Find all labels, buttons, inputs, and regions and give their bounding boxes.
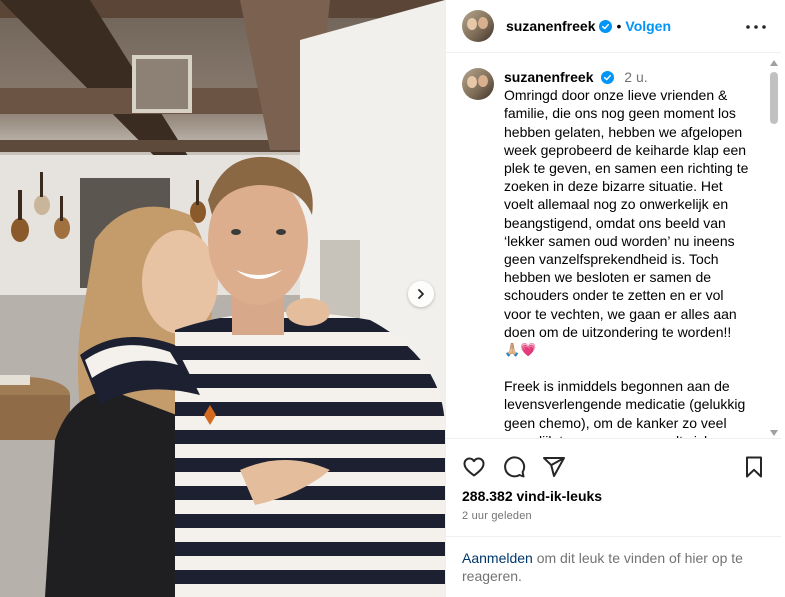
likes-count[interactable]: 288.382 vind-ik-leuks xyxy=(462,488,602,504)
login-prompt: Aanmelden om dit leuk te vinden of hier … xyxy=(446,536,782,597)
share-button[interactable] xyxy=(542,455,566,479)
scroll-up-arrow-icon[interactable] xyxy=(770,60,778,66)
chevron-right-icon xyxy=(418,289,424,299)
posted-time[interactable]: 2 uur geleden xyxy=(462,510,532,522)
post-side-panel: suzanenfreek • Volgen suzanenfreek 2 u. … xyxy=(445,0,782,597)
post-header: suzanenfreek • Volgen xyxy=(446,0,782,53)
caption-scroll-area[interactable]: suzanenfreek 2 u. Omringd door onze liev… xyxy=(446,54,782,438)
action-bar xyxy=(446,438,782,494)
follow-button[interactable]: Volgen xyxy=(625,18,671,34)
login-link[interactable]: Aanmelden xyxy=(462,550,533,566)
caption: suzanenfreek 2 u. Omringd door onze liev… xyxy=(462,68,766,438)
verified-badge-icon xyxy=(601,71,615,84)
post-photo xyxy=(0,0,445,597)
share-icon xyxy=(543,456,565,477)
caption-time[interactable]: 2 u. xyxy=(624,69,647,85)
verified-badge-icon xyxy=(599,19,613,33)
photo-illustration xyxy=(0,0,445,597)
header-username[interactable]: suzanenfreek xyxy=(506,18,595,34)
more-options-button[interactable] xyxy=(746,17,766,37)
window-edge xyxy=(781,0,785,597)
caption-text-p2: Freek is inmiddels begonnen aan de leven… xyxy=(504,378,746,438)
separator-dot: • xyxy=(616,18,622,34)
caption-avatar[interactable] xyxy=(462,68,494,100)
scroll-down-arrow-icon[interactable] xyxy=(770,430,778,436)
more-options-icon xyxy=(746,25,766,29)
caption-username[interactable]: suzanenfreek xyxy=(504,69,593,85)
heart-icon xyxy=(463,457,485,476)
next-photo-button[interactable] xyxy=(408,281,434,307)
caption-text-p1: Omringd door onze lieve vrienden & famil… xyxy=(504,87,749,340)
save-button[interactable] xyxy=(742,455,766,479)
comment-button[interactable] xyxy=(502,455,526,479)
caption-body: suzanenfreek 2 u. Omringd door onze liev… xyxy=(504,68,752,438)
bookmark-icon xyxy=(746,456,762,477)
like-button[interactable] xyxy=(462,455,486,479)
caption-emojis: 🙏🏼💗 xyxy=(504,342,537,358)
avatar[interactable] xyxy=(462,10,494,42)
scroll-thumb[interactable] xyxy=(770,72,778,124)
caption-scrollbar[interactable] xyxy=(769,60,779,436)
comment-icon xyxy=(504,455,526,477)
